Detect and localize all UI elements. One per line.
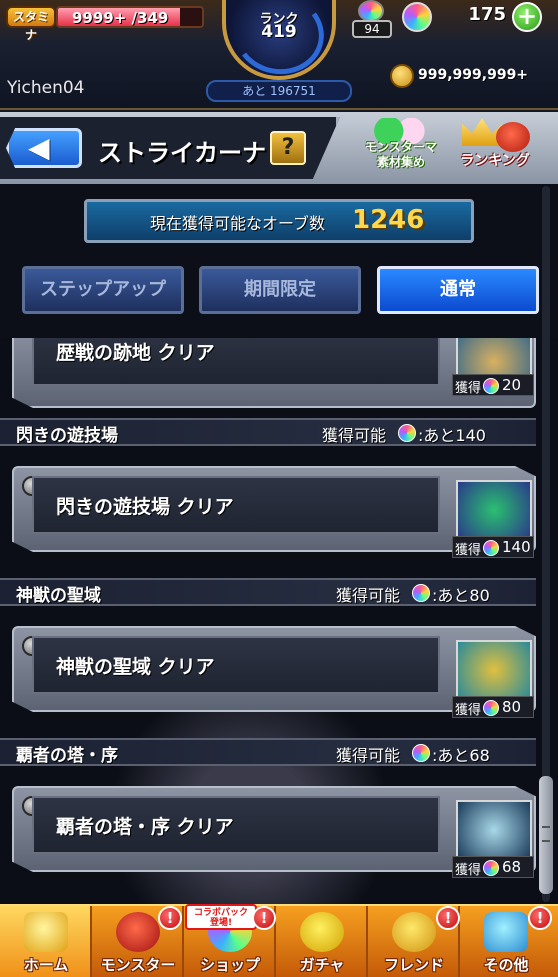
- mission-name: 覇者の塔・序 クリア: [56, 816, 234, 838]
- ranking-label: ランキング: [460, 153, 530, 169]
- page-title: ストライカーナビ: [98, 139, 290, 167]
- friend-icon: [392, 912, 436, 952]
- gold-amount: 999,999,999+: [418, 67, 529, 83]
- stamina-value: 9999+ /349: [72, 9, 169, 27]
- reward-label: 獲得: [455, 863, 482, 878]
- notification-badge: !: [436, 906, 460, 930]
- quest-thumbnail: [456, 480, 532, 540]
- nav-label: フレンド: [383, 956, 444, 974]
- gacha-icon: [300, 912, 344, 952]
- help-button[interactable]: ?: [270, 131, 306, 165]
- mission-name: 閃きの遊技場 クリア: [56, 496, 234, 518]
- orb-icon: [398, 424, 416, 442]
- reward-value: 80: [502, 698, 522, 716]
- stamina-bar: 9999+ /349: [56, 6, 204, 28]
- remaining-orbs: :あと80: [432, 586, 490, 605]
- nav-label: その他: [483, 956, 529, 974]
- orb-icon: [483, 540, 499, 556]
- orb-icon: [483, 378, 499, 394]
- tab-limited[interactable]: 期間限定: [199, 266, 361, 314]
- available-label: 獲得可能: [322, 426, 387, 445]
- section-title: 神獣の聖域: [16, 586, 101, 606]
- materials-label: モンスターマ 素材集め: [360, 140, 442, 170]
- collab-pack-tag: コラボパック 登場!: [185, 904, 257, 930]
- mission-list[interactable]: 歴戦の跡地 クリア 獲得 20 閃きの遊技場 獲得可能 :あと140 閃きの遊技…: [0, 338, 558, 904]
- reward-value: 140: [502, 538, 531, 556]
- nav-label: ガチャ: [299, 956, 345, 974]
- nav-label: モンスター: [100, 956, 176, 974]
- section-header: 覇者の塔・序 獲得可能 :あと68: [0, 738, 536, 766]
- orb-icon: [412, 744, 430, 762]
- materials-label-line1: モンスターマ: [365, 140, 437, 154]
- available-label: 獲得可能: [336, 586, 401, 605]
- notification-badge: !: [252, 906, 276, 930]
- notification-badge: !: [528, 906, 552, 930]
- quest-thumbnail: [456, 800, 532, 860]
- collab-tag-line2: 登場!: [209, 918, 233, 928]
- monster-icon: [116, 912, 160, 952]
- reward-value: 68: [502, 858, 522, 876]
- remaining-orbs: :あと68: [432, 746, 490, 765]
- section-header: 閃きの遊技場 獲得可能 :あと140: [0, 418, 536, 446]
- username: Yichen04: [7, 78, 85, 98]
- notification-badge: !: [158, 906, 182, 930]
- other-menu-icon: [484, 912, 528, 952]
- nav-label: ショップ: [199, 956, 260, 974]
- nav-label: ホーム: [23, 956, 69, 974]
- reward-label: 獲得: [455, 543, 482, 558]
- scrollbar-grip-icon: [542, 826, 550, 842]
- section-title: 閃きの遊技場: [16, 426, 118, 446]
- orb-pack-icon[interactable]: [358, 0, 384, 22]
- orb-icon: [483, 860, 499, 876]
- add-orb-button[interactable]: +: [512, 2, 542, 32]
- materials-label-line2: 素材集め: [376, 155, 425, 169]
- gold-coin-icon: [390, 64, 414, 88]
- ranking-character-icon: [496, 122, 530, 152]
- reward-value: 20: [502, 376, 522, 394]
- orb-count: 175: [468, 4, 506, 25]
- orb-icon: [483, 700, 499, 716]
- mission-name: 歴戦の跡地 クリア: [56, 342, 215, 364]
- mission-name: 神獣の聖域 クリア: [56, 656, 215, 678]
- orb-banner-label: 現在獲得可能なオーブ数: [150, 214, 326, 233]
- orb-icon: [412, 584, 430, 602]
- next-rank-exp: あと 196751: [206, 80, 352, 102]
- orb-icon: [402, 2, 432, 32]
- orb-pack-count: 94: [352, 20, 392, 38]
- tab-step-up[interactable]: ステップアップ: [22, 266, 184, 314]
- available-label: 獲得可能: [336, 746, 401, 765]
- rank-value: 419: [261, 22, 297, 42]
- tab-normal[interactable]: 通常: [377, 266, 539, 314]
- orb-banner-value: 1246: [352, 205, 425, 235]
- home-icon: [24, 912, 68, 952]
- collab-tag-line1: コラボパック: [193, 908, 248, 918]
- section-header: 神獣の聖域 獲得可能 :あと80: [0, 578, 536, 606]
- stamina-label: スタミナ: [6, 6, 56, 42]
- remaining-orbs: :あと140: [418, 426, 486, 445]
- reward-label: 獲得: [455, 381, 482, 396]
- section-title: 覇者の塔・序: [16, 746, 118, 766]
- reward-label: 獲得: [455, 703, 482, 718]
- quest-thumbnail: [456, 640, 532, 700]
- back-arrow-icon: ◀: [28, 131, 50, 164]
